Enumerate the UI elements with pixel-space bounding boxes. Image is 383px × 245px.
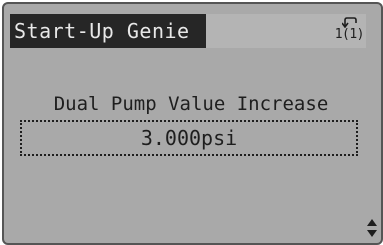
parameter-value: 3.000psi: [140, 126, 238, 150]
page-title: Start-Up Genie: [14, 19, 190, 43]
parameter-value-field[interactable]: 3.000psi: [20, 120, 358, 156]
title-bar: Start-Up Genie 1(1): [10, 14, 366, 48]
menu-position-indicator: 1(1): [326, 14, 366, 48]
menu-index-label: 1(1): [334, 27, 365, 42]
up-down-arrows-icon: [367, 219, 377, 237]
parameter-label: Dual Pump Value Increase: [53, 93, 329, 115]
lcp-display-screen: Start-Up Genie 1(1) Dual Pump Value Incr…: [6, 6, 377, 240]
title-highlight: Start-Up Genie: [10, 14, 206, 48]
